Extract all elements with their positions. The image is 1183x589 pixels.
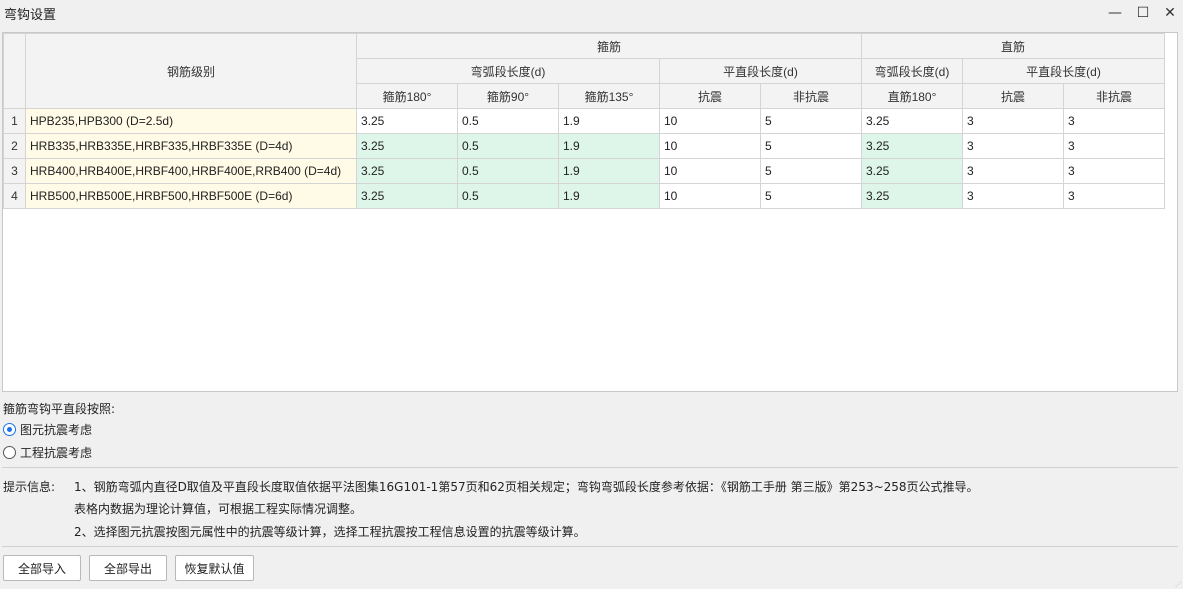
value-cell[interactable]: 3	[962, 133, 1064, 159]
import-all-button[interactable]: 全部导入	[3, 555, 81, 581]
value-cell[interactable]: 3.25	[861, 158, 963, 184]
value-cell[interactable]: 3.25	[356, 183, 458, 209]
hint-label: 提示信息:	[3, 480, 56, 494]
straight-group-header: 直筋	[861, 33, 1165, 59]
column-header-straight-180: 直筋180°	[861, 83, 963, 109]
stirrup-flat-header: 平直段长度(d)	[659, 58, 862, 84]
value-cell[interactable]: 1.9	[558, 133, 660, 159]
value-cell[interactable]: 0.5	[457, 158, 559, 184]
title-bar: 弯钩设置 — ☐ ✕	[0, 0, 1183, 28]
value-cell[interactable]: 3.25	[356, 108, 458, 134]
value-cell[interactable]: 3.25	[861, 108, 963, 134]
maximize-icon[interactable]: ☐	[1132, 3, 1154, 23]
grade-cell[interactable]: HRB335,HRB335E,HRBF335,HRBF335E (D=4d)	[25, 133, 357, 159]
hint-line-2: 表格内数据为理论计算值，可根据工程实际情况调整。	[74, 502, 363, 516]
window-title: 弯钩设置	[4, 8, 57, 23]
grade-cell[interactable]: HRB400,HRB400E,HRBF400,HRBF400E,RRB400 (…	[25, 158, 357, 184]
stirrup-arc-header: 弯弧段长度(d)	[356, 58, 660, 84]
column-header-stirrup-seismic: 抗震	[659, 83, 761, 109]
value-cell[interactable]: 3	[962, 183, 1064, 209]
radio-element-seismic[interactable]: 图元抗震考虑	[3, 420, 92, 438]
value-cell[interactable]: 10	[659, 158, 761, 184]
close-icon[interactable]: ✕	[1159, 3, 1181, 23]
straight-arc-header: 弯弧段长度(d)	[861, 58, 963, 84]
value-cell[interactable]: 10	[659, 108, 761, 134]
value-cell[interactable]: 3.25	[861, 133, 963, 159]
value-cell[interactable]: 5	[760, 183, 862, 209]
value-cell[interactable]: 1.9	[558, 158, 660, 184]
hint-line-3: 2、选择图元抗震按图元属性中的抗震等级计算，选择工程抗震按工程信息设置的抗震等级…	[74, 525, 586, 539]
value-cell[interactable]: 3	[1063, 183, 1165, 209]
column-header-straight-seismic: 抗震	[962, 83, 1064, 109]
column-header-stirrup-non-seismic: 非抗震	[760, 83, 862, 109]
row-number: 1	[3, 108, 26, 134]
export-all-button[interactable]: 全部导出	[89, 555, 167, 581]
row-number: 4	[3, 183, 26, 209]
grade-cell[interactable]: HPB235,HPB300 (D=2.5d)	[25, 108, 357, 134]
value-cell[interactable]: 1.9	[558, 183, 660, 209]
resize-grip-icon[interactable]: ⋰	[1175, 581, 1181, 588]
radio-project-seismic-label: 工程抗震考虑	[20, 445, 93, 460]
radio-element-seismic-label: 图元抗震考虑	[20, 422, 93, 437]
stirrup-hook-option-label: 箍筋弯钩平直段按照:	[3, 402, 116, 416]
value-cell[interactable]: 0.5	[457, 183, 559, 209]
value-cell[interactable]: 3	[962, 158, 1064, 184]
value-cell[interactable]: 3	[1063, 108, 1165, 134]
value-cell[interactable]: 0.5	[457, 108, 559, 134]
minimize-icon[interactable]: —	[1104, 3, 1126, 23]
corner-header-cell	[3, 33, 26, 109]
column-header-stirrup-135: 箍筋135°	[558, 83, 660, 109]
hook-settings-table-container: 钢筋级别 箍筋 直筋 弯弧段长度(d) 平直段长度(d) 弯弧段长度(d) 平直…	[2, 32, 1178, 392]
stirrup-group-header: 箍筋	[356, 33, 862, 59]
table-row: 1 HPB235,HPB300 (D=2.5d) 3.25 0.5 1.9 10…	[3, 108, 1165, 134]
value-cell[interactable]: 5	[760, 158, 862, 184]
column-header-straight-non-seismic: 非抗震	[1063, 83, 1165, 109]
divider	[2, 546, 1178, 547]
table-row: 3 HRB400,HRB400E,HRBF400,HRBF400E,RRB400…	[3, 158, 1165, 184]
hint-line-1: 1、钢筋弯弧内直径D取值及平直段长度取值依据平法图集16G101-1第57页和6…	[74, 480, 979, 494]
grade-cell[interactable]: HRB500,HRB500E,HRBF500,HRBF500E (D=6d)	[25, 183, 357, 209]
value-cell[interactable]: 3.25	[861, 183, 963, 209]
value-cell[interactable]: 3	[1063, 133, 1165, 159]
row-number: 3	[3, 158, 26, 184]
value-cell[interactable]: 5	[760, 133, 862, 159]
column-header-stirrup-90: 箍筋90°	[457, 83, 559, 109]
radio-checked-icon[interactable]	[3, 422, 16, 436]
grade-column-header: 钢筋级别	[25, 33, 357, 109]
row-number: 2	[3, 133, 26, 159]
value-cell[interactable]: 3.25	[356, 133, 458, 159]
value-cell[interactable]: 1.9	[558, 108, 660, 134]
table-row: 4 HRB500,HRB500E,HRBF500,HRBF500E (D=6d)…	[3, 183, 1165, 209]
value-cell[interactable]: 3	[1063, 158, 1165, 184]
table-row: 2 HRB335,HRB335E,HRBF335,HRBF335E (D=4d)…	[3, 133, 1165, 159]
value-cell[interactable]: 3.25	[356, 158, 458, 184]
radio-project-seismic[interactable]: 工程抗震考虑	[3, 443, 92, 461]
value-cell[interactable]: 10	[659, 183, 761, 209]
value-cell[interactable]: 0.5	[457, 133, 559, 159]
value-cell[interactable]: 10	[659, 133, 761, 159]
divider	[2, 467, 1178, 468]
straight-flat-header: 平直段长度(d)	[962, 58, 1165, 84]
restore-default-button[interactable]: 恢复默认值	[175, 555, 254, 581]
value-cell[interactable]: 3	[962, 108, 1064, 134]
column-header-stirrup-180: 箍筋180°	[356, 83, 458, 109]
hook-settings-table: 钢筋级别 箍筋 直筋 弯弧段长度(d) 平直段长度(d) 弯弧段长度(d) 平直…	[3, 33, 1165, 209]
value-cell[interactable]: 5	[760, 108, 862, 134]
radio-unchecked-icon[interactable]	[3, 445, 16, 459]
